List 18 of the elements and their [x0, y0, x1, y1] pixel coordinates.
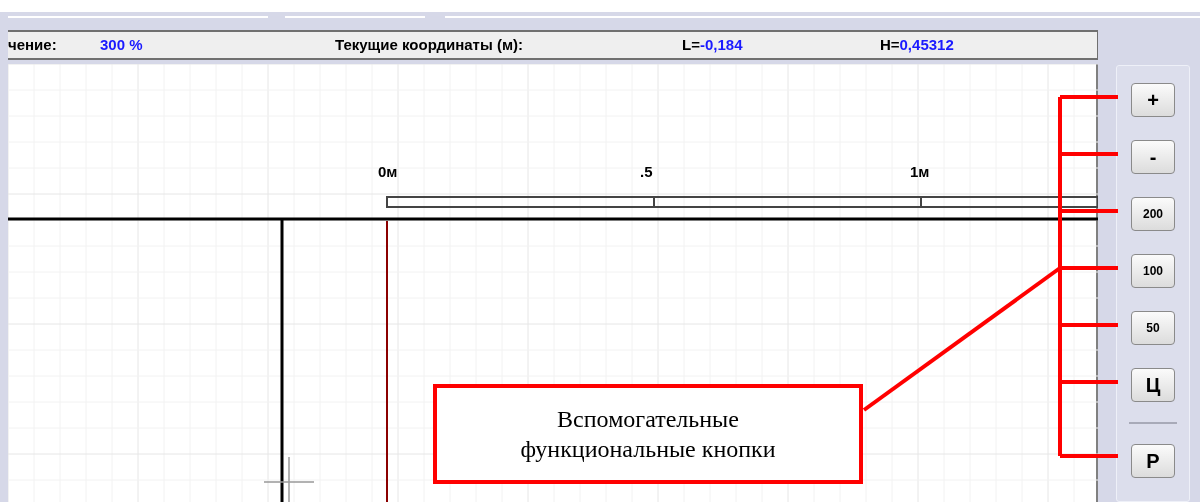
- tool-button[interactable]: Р: [1131, 444, 1175, 478]
- coords-label: Текущие координаты (м):: [335, 34, 524, 55]
- tool-button[interactable]: 200: [1131, 197, 1175, 231]
- h-value: 0,45312: [899, 34, 954, 55]
- tool-button[interactable]: 100: [1131, 254, 1175, 288]
- ruler-label: 0м: [378, 164, 398, 179]
- tool-button[interactable]: Ц: [1131, 368, 1175, 402]
- zoom-label: чение:: [8, 34, 58, 55]
- ruler-label: .5: [640, 164, 653, 179]
- tool-button[interactable]: +: [1131, 83, 1175, 117]
- l-value: -0,184: [699, 34, 744, 55]
- h-label: H=: [879, 34, 900, 55]
- callout-text: Вспомогательные функциональные кнопки: [520, 405, 776, 464]
- l-label: L=: [682, 34, 700, 55]
- tool-button[interactable]: 50: [1131, 311, 1175, 345]
- tool-button[interactable]: -: [1131, 140, 1175, 174]
- zoom-value: 300 %: [100, 34, 144, 55]
- ruler-label: 1м: [910, 164, 930, 179]
